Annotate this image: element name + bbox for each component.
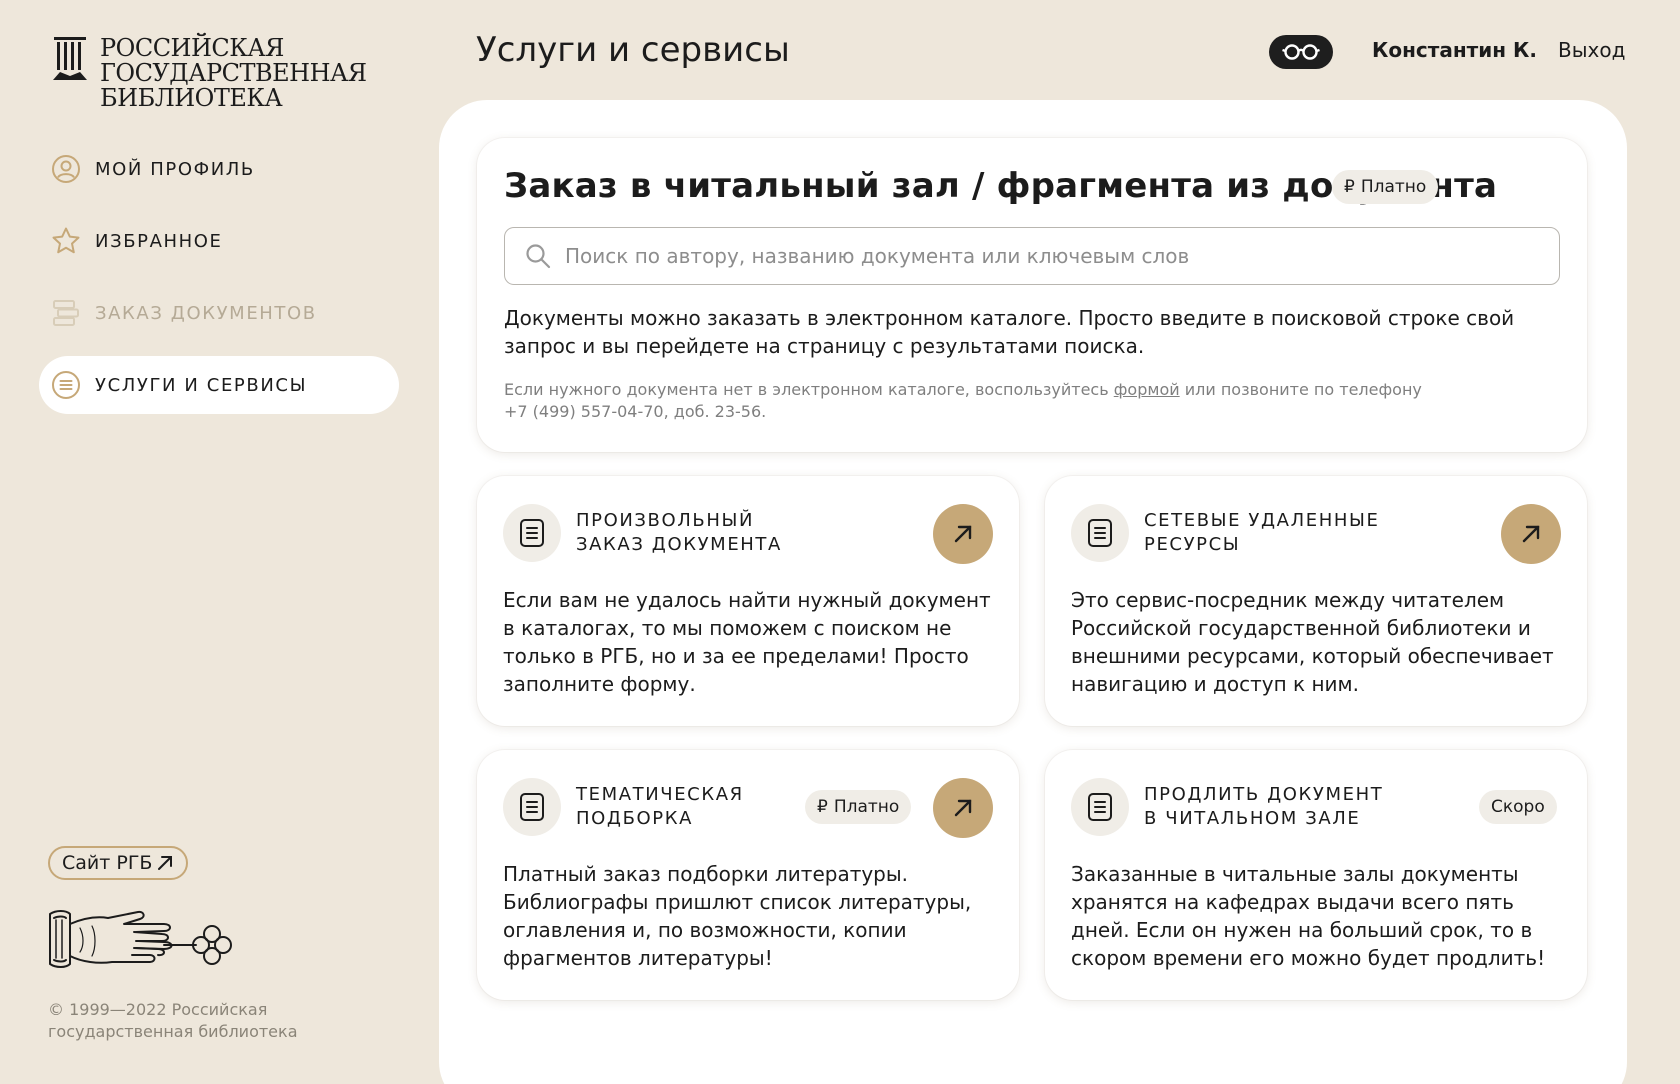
logout-link[interactable]: Выход [1558,38,1625,62]
service-title: Сетевые удаленные ресурсы [1144,509,1404,557]
service-title-line: Сетевые удаленные [1144,510,1380,531]
accessibility-mode-button[interactable] [1269,35,1333,69]
page-title: Услуги и сервисы [476,30,790,70]
logo-line: государственная [100,59,367,87]
open-service-button[interactable] [933,504,993,564]
ruble-icon: ₽ [817,797,828,817]
service-title-line: ресурсы [1144,534,1241,555]
search-icon [526,244,551,269]
arrow-up-right-icon [1522,525,1540,543]
catalog-search-field[interactable] [504,227,1560,285]
service-title: Произвольный заказ документа [576,509,836,557]
service-description: Заказанные в читальные залы документы хр… [1071,862,1546,970]
service-title-line: подборка [576,808,694,829]
user-name[interactable]: Константин К. [1372,38,1537,62]
paid-badge-label: Платно [833,797,900,817]
nav-item-label: Заказ документов [95,302,317,324]
service-title-line: в читальном зале [1144,808,1361,829]
document-icon [503,504,561,562]
arrow-up-right-icon [954,799,972,817]
support-phone: +7 (499) 557-04-70, доб. 23-56. [504,402,767,421]
nav-item-document-orders[interactable]: Заказ документов [39,284,399,342]
paid-badge-label: Платно [1360,177,1427,197]
note-text: или позвоните по телефону [1179,380,1422,399]
open-service-button[interactable] [933,778,993,838]
service-title-line: Тематическая [576,784,744,805]
service-card-thematic-selection[interactable]: Тематическая подборка ₽ Платно Платный з… [477,750,1019,1000]
request-form-link[interactable]: формой [1114,380,1180,399]
documents-stack-icon [51,298,81,328]
service-title-line: Продлить документ [1144,784,1384,805]
service-title: Продлить документ в читальном зале [1144,783,1404,831]
nav-item-profile[interactable]: Мой профиль [39,140,399,198]
service-card-network-resources[interactable]: Сетевые удаленные ресурсы Это сервис-пос… [1045,476,1587,726]
copyright-line: © 1999—2022 Российская [48,1000,268,1019]
library-logo-text: Российская государственная библиотека [100,36,367,111]
document-icon [1071,504,1129,562]
service-title-line: Произвольный [576,510,755,531]
service-description: Платный заказ подборки литературы. Библи… [503,862,972,970]
user-circle-icon [51,154,81,184]
service-title: Тематическая подборка [576,783,836,831]
logo-line: библиотека [100,84,283,112]
sidebar-nav: Мой профиль Избранное Заказ документов [39,140,399,428]
glasses-icon [1282,44,1320,60]
catalog-search-input[interactable] [565,244,1525,268]
service-description: Это сервис-посредник между читателем Рос… [1071,588,1554,696]
ruble-icon: ₽ [1344,177,1355,197]
note-text: Если нужного документа нет в электронном… [504,380,1114,399]
reading-room-order-card: Заказ в читальный зал / фрагмента из док… [477,138,1587,452]
paid-badge: ₽ Платно [1332,170,1439,204]
paid-badge: ₽ Платно [805,790,912,824]
coming-soon-badge: Скоро [1479,790,1557,824]
logo-line: Российская [100,34,284,62]
open-service-button[interactable] [1501,504,1561,564]
library-logo[interactable]: Российская государственная библиотека [52,36,367,111]
reading-room-order-description: Документы можно заказать в электронном к… [504,306,1515,358]
service-card-custom-order[interactable]: Произвольный заказ документа Если вам не… [477,476,1019,726]
sidebar: Российская государственная библиотека Мо… [0,0,440,1084]
nav-item-label: Услуги и сервисы [95,374,308,396]
arrow-up-right-icon [954,525,972,543]
nav-item-label: Мой профиль [95,158,255,180]
reading-room-order-note: Если нужного документа нет в электронном… [504,379,1504,423]
document-icon [1071,778,1129,836]
copyright: © 1999—2022 Российская государственная б… [48,999,328,1043]
service-card-extend-document: Продлить документ в читальном зале Скоро… [1045,750,1587,1000]
nav-item-services[interactable]: Услуги и сервисы [39,356,399,414]
nav-item-favorites[interactable]: Избранное [39,212,399,270]
service-title-line: заказ документа [576,534,782,555]
document-icon [503,778,561,836]
nav-item-label: Избранное [95,230,223,252]
external-arrow-icon [158,856,173,870]
copyright-line: государственная библиотека [48,1022,298,1041]
list-circle-icon [51,370,81,400]
pointing-hand-illustration [49,910,232,968]
library-logo-icon [53,37,87,80]
star-icon [51,226,81,256]
coming-soon-label: Скоро [1491,797,1545,817]
service-description: Если вам не удалось найти нужный докумен… [503,588,991,696]
site-link-label: Сайт РГБ [62,852,153,874]
rgb-site-link[interactable]: Сайт РГБ [48,846,189,880]
